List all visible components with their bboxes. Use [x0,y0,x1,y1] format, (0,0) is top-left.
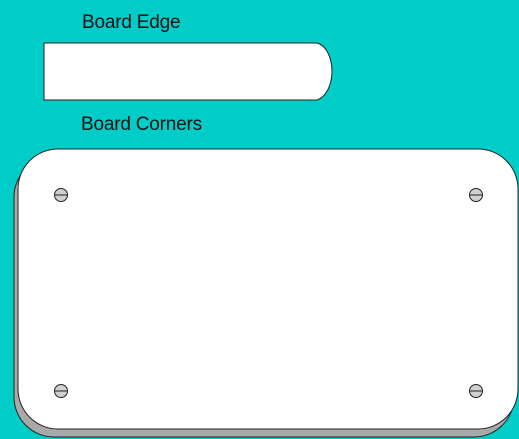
board-diagram [13,42,519,438]
screw-icon [54,384,68,398]
screw-icon [469,188,483,202]
board-plate [17,148,519,430]
screw-icon [54,188,68,202]
screw-icon [469,384,483,398]
board-edge-shape [43,42,333,101]
